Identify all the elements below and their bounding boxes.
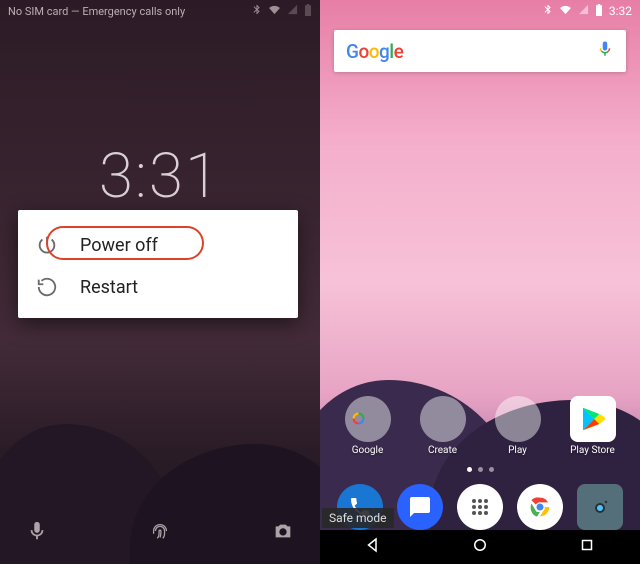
app-create-folder[interactable]: Create — [416, 396, 470, 456]
power-menu: Power off Restart — [18, 210, 298, 318]
wifi-icon — [559, 4, 572, 18]
dock-camera[interactable] — [577, 484, 623, 530]
restart-label: Restart — [80, 277, 138, 298]
battery-icon — [304, 4, 312, 19]
dock-chrome[interactable] — [517, 484, 563, 530]
phone-lockscreen: No SIM card — Emergency calls only 3:31 … — [0, 0, 320, 564]
signal-icon — [578, 4, 589, 18]
power-icon — [36, 234, 58, 256]
nav-back-button[interactable] — [364, 536, 382, 558]
app-play-folder[interactable]: Play — [491, 396, 545, 456]
app-row: Google Create Play Play Store — [320, 396, 640, 456]
power-off-button[interactable]: Power off — [18, 224, 298, 266]
dock-messages[interactable] — [397, 484, 443, 530]
app-play-store[interactable]: Play Store — [566, 396, 620, 456]
dock-app-drawer[interactable] — [457, 484, 503, 530]
page-indicator — [320, 467, 640, 472]
voice-assist-icon[interactable] — [26, 520, 48, 546]
status-sim-text: No SIM card — Emergency calls only — [8, 5, 185, 18]
signal-icon — [287, 4, 298, 18]
app-label: Play — [491, 445, 545, 456]
bluetooth-icon — [542, 4, 553, 18]
nav-home-button[interactable] — [471, 536, 489, 558]
status-bar: No SIM card — Emergency calls only — [0, 0, 320, 22]
status-clock: 3:32 — [609, 4, 632, 18]
restart-icon — [36, 276, 58, 298]
power-off-label: Power off — [80, 235, 158, 256]
fingerprint-icon[interactable] — [149, 520, 171, 546]
wifi-icon — [268, 4, 281, 18]
app-label: Play Store — [566, 445, 620, 456]
google-logo: Google — [346, 40, 403, 63]
folder-icon — [420, 396, 466, 442]
play-store-icon — [570, 396, 616, 442]
battery-icon — [595, 4, 603, 19]
lock-shortcuts — [0, 520, 320, 546]
camera-icon[interactable] — [272, 520, 294, 546]
app-label: Create — [416, 445, 470, 456]
folder-icon — [345, 396, 391, 442]
nav-recents-button[interactable] — [578, 536, 596, 558]
bluetooth-icon — [251, 4, 262, 18]
lock-clock: 3:31 — [0, 140, 320, 213]
phone-homescreen: 3:32 Google Google Create — [320, 0, 640, 564]
safe-mode-badge: Safe mode — [322, 508, 394, 528]
app-label: Google — [341, 445, 395, 456]
voice-search-icon[interactable] — [596, 40, 614, 62]
google-search-bar[interactable]: Google — [334, 30, 626, 72]
app-google-folder[interactable]: Google — [341, 396, 395, 456]
folder-icon — [495, 396, 541, 442]
status-bar: 3:32 — [320, 0, 640, 22]
nav-bar — [320, 530, 640, 564]
restart-button[interactable]: Restart — [18, 266, 298, 308]
